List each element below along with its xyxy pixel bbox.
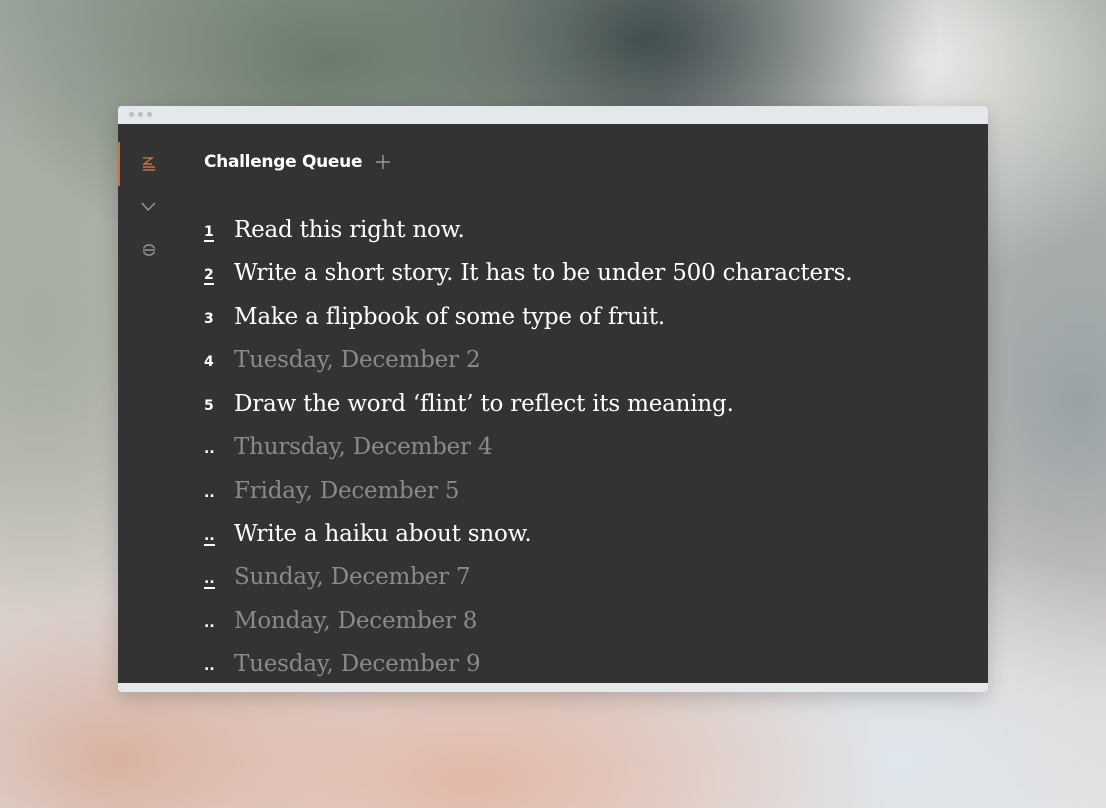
queue-item-number: 5 — [204, 398, 214, 414]
queue-icon[interactable] — [140, 155, 158, 173]
queue-item-text: Write a short story. It has to be under … — [234, 260, 853, 286]
sync-icon[interactable] — [140, 241, 158, 259]
check-icon[interactable] — [140, 198, 158, 216]
queue-item-number: 4 — [204, 354, 214, 370]
window-close-dot[interactable] — [129, 112, 134, 117]
queue-item-date: Friday, December 5 — [234, 478, 460, 504]
plus-icon[interactable] — [374, 153, 392, 171]
queue-item-number: 2 — [204, 267, 214, 285]
queue-item-1[interactable]: 1 Read this right now. — [204, 217, 964, 247]
queue-item-11[interactable]: .. Tuesday, December 9 — [204, 651, 964, 681]
window-maximize-dot[interactable] — [147, 112, 152, 117]
queue-item-text: Write a haiku about snow. — [234, 521, 532, 547]
queue-item-6[interactable]: .. Thursday, December 4 — [204, 434, 964, 464]
queue-item-text: Read this right now. — [234, 217, 465, 243]
queue-item-number: .. — [204, 615, 215, 631]
queue-item-number: .. — [204, 485, 215, 501]
page-title: Challenge Queue — [204, 152, 363, 172]
queue-item-number: .. — [204, 571, 215, 589]
sidebar-active-indicator — [118, 142, 120, 186]
queue-item-date: Thursday, December 4 — [234, 434, 493, 460]
queue-item-number: 1 — [204, 224, 214, 242]
queue-item-date: Sunday, December 7 — [234, 564, 471, 590]
queue-item-7[interactable]: .. Friday, December 5 — [204, 478, 964, 508]
queue-item-5[interactable]: 5 Draw the word ‘flint’ to reflect its m… — [204, 391, 964, 421]
queue-item-number: .. — [204, 441, 215, 457]
window-minimize-dot[interactable] — [138, 112, 143, 117]
title-bar[interactable] — [118, 106, 988, 124]
queue-item-date: Tuesday, December 2 — [234, 347, 481, 373]
app-window: Challenge Queue 1 Read this right now. 2… — [118, 106, 988, 692]
queue-item-text: Make a flipbook of some type of fruit. — [234, 304, 665, 330]
queue-item-8[interactable]: .. Write a haiku about snow. — [204, 521, 964, 551]
queue-item-date: Tuesday, December 9 — [234, 651, 481, 677]
queue-item-4[interactable]: 4 Tuesday, December 2 — [204, 347, 964, 377]
queue-item-text: Draw the word ‘flint’ to reflect its mea… — [234, 391, 734, 417]
main-content: Challenge Queue 1 Read this right now. 2… — [118, 124, 988, 683]
queue-item-date: Monday, December 8 — [234, 608, 478, 634]
queue-item-3[interactable]: 3 Make a flipbook of some type of fruit. — [204, 304, 964, 334]
queue-item-9[interactable]: .. Sunday, December 7 — [204, 564, 964, 594]
window-bottom-bar — [118, 683, 988, 692]
queue-item-number: 3 — [204, 311, 214, 327]
queue-item-2[interactable]: 2 Write a short story. It has to be unde… — [204, 260, 964, 290]
queue-item-10[interactable]: .. Monday, December 8 — [204, 608, 964, 638]
queue-item-number: .. — [204, 528, 215, 546]
queue-item-number: .. — [204, 658, 215, 674]
